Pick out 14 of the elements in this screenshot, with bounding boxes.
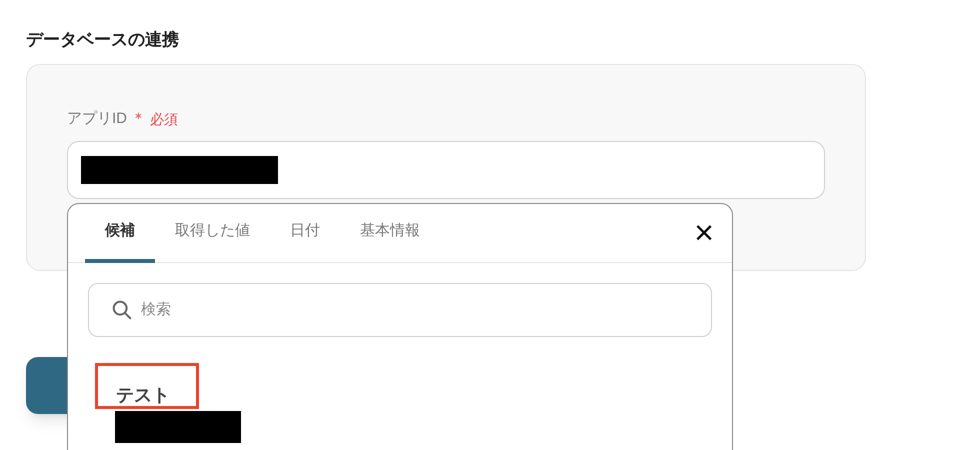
section-title: データベースの連携 <box>26 29 179 51</box>
search-icon <box>111 299 133 321</box>
field-label: アプリID <box>67 108 127 129</box>
required-asterisk: ＊ <box>131 108 146 129</box>
popover-tab[interactable]: 取得した値 <box>155 204 270 263</box>
app-id-field[interactable] <box>67 141 825 199</box>
close-button[interactable]: × <box>694 204 714 262</box>
search-field[interactable]: 検索 <box>88 283 712 337</box>
candidate-label[interactable]: テスト <box>116 384 170 406</box>
search-input[interactable]: 検索 <box>141 298 711 322</box>
popover-tab[interactable]: 基本情報 <box>340 204 440 263</box>
required-label: 必須 <box>150 110 178 128</box>
popover-tab[interactable]: 日付 <box>270 204 340 263</box>
popover-tab[interactable]: 候補 <box>85 204 155 263</box>
